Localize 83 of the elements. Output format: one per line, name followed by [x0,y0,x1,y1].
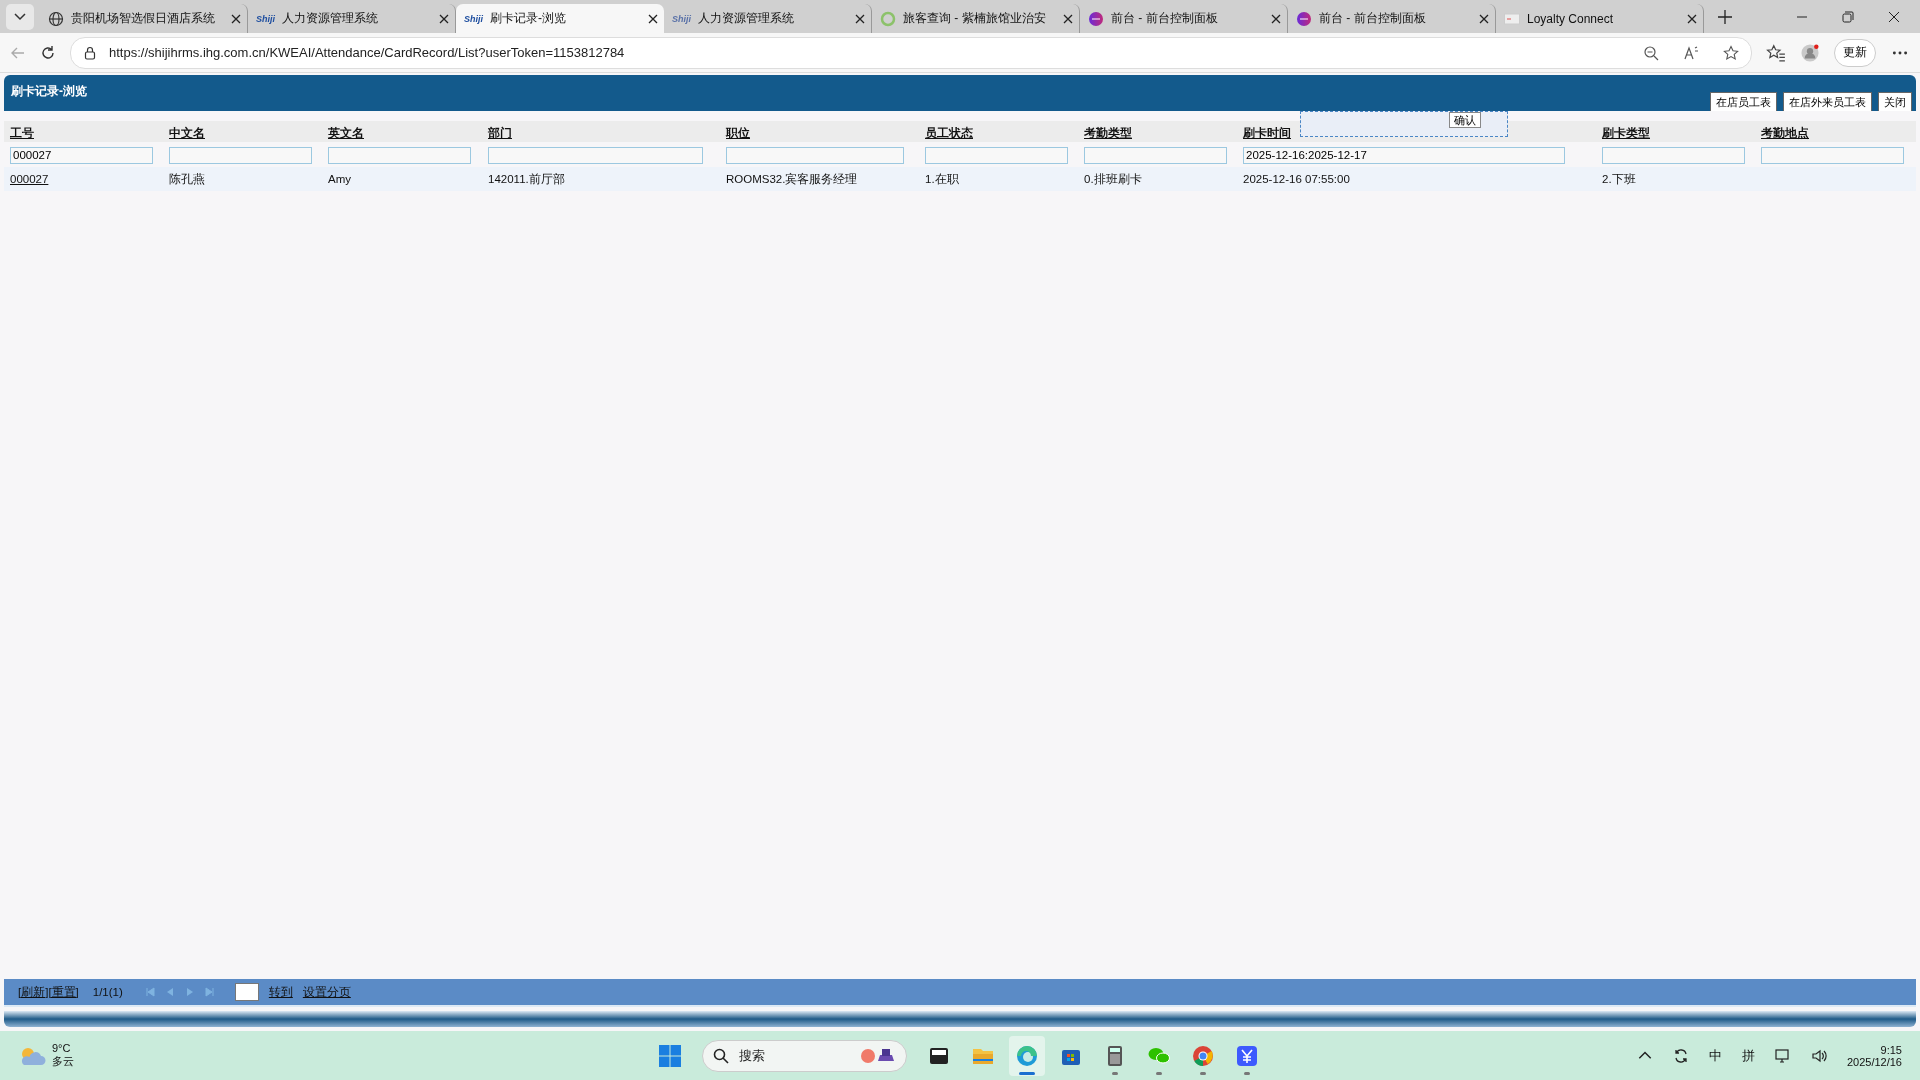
address-field[interactable]: https://shijihrms.ihg.com.cn/KWEAI/Attendance/CardRecord/List?userToken=1153812784 [70,36,1752,69]
table-cell: Amy [328,173,351,185]
lock-icon [83,45,97,60]
goto-link[interactable]: 转到 [268,984,293,1000]
temperature: 9°C [52,1042,72,1054]
clock-date[interactable]: 2025/12/16 [1846,1055,1902,1068]
orb-icon [1296,10,1312,27]
weather-label: 多云 [52,1054,74,1069]
start-icon[interactable] [658,1043,682,1068]
globe-icon [48,10,64,27]
new-tab-icon[interactable] [1718,9,1732,24]
filter-field[interactable] [169,146,312,164]
yuan-app-icon [1235,1043,1259,1068]
column-header[interactable]: 职位 [726,126,750,139]
page-settings-link[interactable]: 设置分页 [302,984,351,1000]
search-icon [713,1047,729,1064]
table-cell: 2.下班 [1602,172,1636,185]
close-icon[interactable] [1271,13,1281,24]
star-icon[interactable] [1723,44,1739,61]
employee-id-link[interactable]: 000027 [10,173,49,185]
table-cell: 2025-12-16 07:55:00 [1243,173,1350,185]
logo-icon: Shiji [464,13,483,24]
column-header[interactable]: 英文名 [328,126,364,139]
input-language[interactable]: 中 [1708,1046,1722,1065]
tab-actions-button[interactable] [6,3,34,30]
table-cell: 1.在职 [925,172,959,185]
filter-field[interactable] [726,146,904,164]
ring-icon [880,10,896,27]
read-aloud-icon[interactable] [1683,44,1699,61]
column-header[interactable]: 部门 [488,126,512,139]
column-header[interactable]: 中文名 [169,126,205,139]
zoom-out-icon[interactable] [1643,44,1659,61]
filter-field[interactable]: 2025-12-16:2025-12-17 [1243,146,1565,164]
close-icon[interactable] [1687,13,1697,24]
page-number-field[interactable] [234,983,259,1001]
column-header[interactable]: 刷卡类型 [1602,126,1650,139]
filter-field[interactable] [1084,146,1227,164]
page-info: 1/1(1) [92,986,123,998]
table-cell: 0.排班刷卡 [1084,172,1142,185]
filter-field[interactable] [488,146,703,164]
column-header[interactable]: 考勤类型 [1084,126,1132,139]
input-mode[interactable]: 拼 [1741,1046,1755,1065]
close-icon[interactable] [231,13,241,24]
reload-icon[interactable] [40,44,56,61]
restore-icon[interactable] [1842,10,1854,23]
column-header[interactable]: 工号 [10,126,34,139]
close-icon[interactable] [648,13,658,24]
toolbar-button[interactable]: 关闭 [1878,92,1912,112]
page-title: 刷卡记录-浏览 [11,83,87,100]
column-header[interactable]: 员工状态 [925,126,973,139]
chevron-icon [14,12,26,21]
clock-time[interactable]: 9:15 [1880,1043,1902,1056]
table-cell: ROOMS32.宾客服务经理 [726,172,858,185]
close-icon[interactable] [855,13,865,24]
table-cell: 陈孔燕 [169,172,205,185]
filter-field[interactable] [1602,146,1745,164]
filter-field[interactable]: 000027 [10,146,153,164]
close-icon[interactable] [1479,13,1489,24]
column-header[interactable]: 考勤地点 [1761,126,1809,139]
search-field[interactable]: 搜索 [702,1039,907,1072]
toolbar-button[interactable]: 在店外来员工表 [1783,92,1872,112]
refresh-reset-link[interactable]: [刷新][重置] [18,984,79,1000]
volume-icon[interactable] [1810,1047,1827,1064]
filter-field[interactable] [1761,146,1904,164]
sync-icon[interactable] [1672,1047,1689,1064]
profile-icon[interactable] [1800,43,1820,62]
update-button[interactable]: 更新 [1834,38,1876,67]
column-header[interactable]: 刷卡时间 [1243,126,1291,139]
close-icon[interactable] [1063,13,1073,24]
close-icon[interactable] [1888,10,1900,23]
logo-icon: Shiji [256,13,275,24]
filter-field[interactable] [328,146,471,164]
chrome-icon [1191,1043,1215,1068]
toolbar-button[interactable]: 在店员工表 [1710,92,1777,112]
table-cell: 142011.前厅部 [488,172,565,185]
browser-tab[interactable]: Shiji 刷卡记录-浏览 [456,4,664,33]
filter-field[interactable] [925,146,1068,164]
close-icon[interactable] [439,13,449,24]
favorites-icon[interactable] [1766,43,1786,62]
confirm-button[interactable]: 确认 [1449,112,1481,128]
logo-icon: Shiji [672,13,691,24]
orb-icon [1088,10,1104,27]
browser-icon [1015,1043,1039,1068]
